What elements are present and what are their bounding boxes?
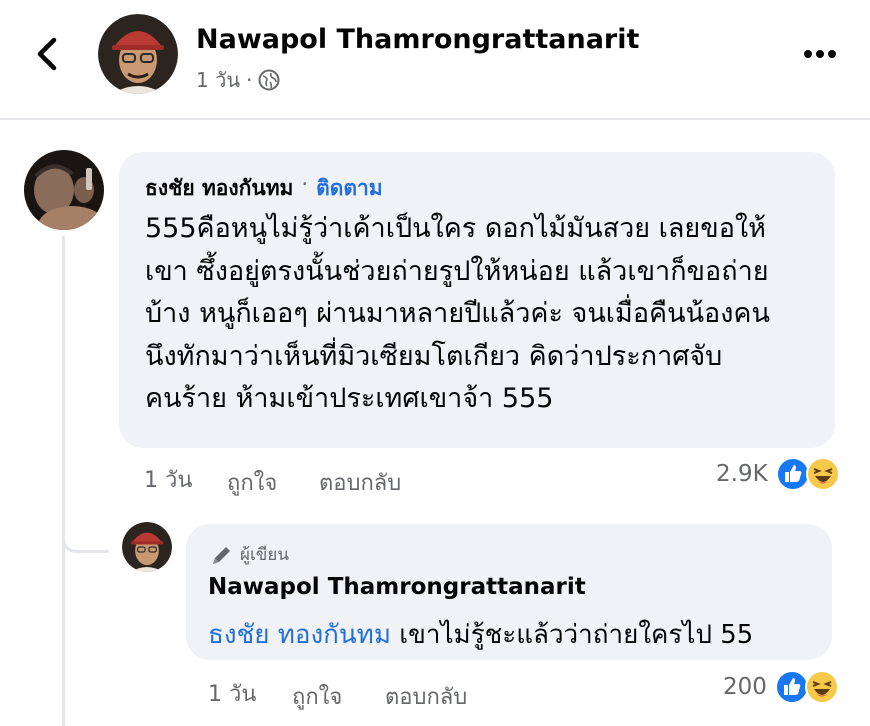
comment-reactions[interactable]: 2.9K <box>716 457 840 491</box>
author-badge-label: ผู้เขียน <box>240 545 289 565</box>
author-separator: · <box>301 172 309 196</box>
like-icon <box>775 457 810 491</box>
reply-text: ธงชัย ทองกันทม เขาไม่รู้ชะแล้วว่าถ่ายใคร… <box>208 614 753 655</box>
comment-reply-button[interactable]: ตอบกลับ <box>319 465 401 500</box>
comment-line: นึงทักมาว่าเห็นที่มิวเซียมโตเกียว คิดว่า… <box>145 340 723 372</box>
globe-icon <box>258 69 280 91</box>
reply-like-button[interactable]: ถูกใจ <box>292 679 342 714</box>
pencil-icon <box>213 546 230 564</box>
reply-reactions[interactable]: 200 <box>723 670 839 704</box>
reply-reply-button[interactable]: ตอบกลับ <box>385 679 467 714</box>
commenter-avatar[interactable] <box>24 150 104 230</box>
comment-line: เขา ซึ้งอยู่ตรงนั้นช่วยถ่ายรูปให้หน่อย แ… <box>145 255 769 287</box>
reply-body: เขาไม่รู้ชะแล้วว่าถ่ายใครไป 55 <box>390 620 754 650</box>
thread-branch <box>62 536 109 553</box>
author-avatar[interactable] <box>98 14 178 94</box>
like-icon <box>774 670 809 704</box>
meta-separator: · <box>245 68 253 92</box>
follow-button[interactable]: ติดตาม <box>316 172 383 205</box>
thread-line <box>62 236 65 726</box>
comment-line: บ้าง หนูก็เออๆ ผ่านมาหลายปีแล้วค่ะ จนเมื… <box>145 298 770 329</box>
haha-icon <box>805 457 840 491</box>
reply-author-avatar[interactable] <box>122 522 172 572</box>
more-options-button[interactable] <box>800 40 840 68</box>
mention-link[interactable]: ธงชัย ทองกันทม <box>208 620 391 650</box>
comment-line: 555คือหนูไม่รู้ว่าเค้าเป็นใคร ดอกไม้มันส… <box>145 213 766 244</box>
back-button[interactable] <box>28 34 68 74</box>
post-meta: 1 วัน · <box>196 64 280 96</box>
author-badge: ผู้เขียน <box>210 541 289 568</box>
haha-icon <box>804 670 839 704</box>
comment-time[interactable]: 1 วัน <box>144 462 192 497</box>
comment-text: 555คือหนูไม่รู้ว่าเค้าเป็นใคร ดอกไม้มันส… <box>145 208 825 421</box>
more-dots-icon[interactable] <box>800 40 840 68</box>
post-time[interactable]: 1 วัน <box>196 64 240 96</box>
post-author-name[interactable]: Nawapol Thamrongrattanarit <box>196 24 639 55</box>
comment-author-name[interactable]: ธงชัย ทองกันทม <box>145 172 293 205</box>
reply-time[interactable]: 1 วัน <box>208 676 256 711</box>
comment-author-line: ธงชัย ทองกันทม · ติดตาม <box>145 172 383 205</box>
reply-author-name[interactable]: Nawapol Thamrongrattanarit <box>208 574 586 600</box>
reaction-count: 200 <box>723 674 767 700</box>
chevron-left-icon[interactable] <box>28 34 68 74</box>
header-divider <box>0 118 870 120</box>
comment-like-button[interactable]: ถูกใจ <box>227 465 277 500</box>
reaction-count: 2.9K <box>716 461 768 487</box>
comment-line: คนร้าย ห้ามเข้าประเทศเขาจ้า 555 <box>145 383 554 414</box>
